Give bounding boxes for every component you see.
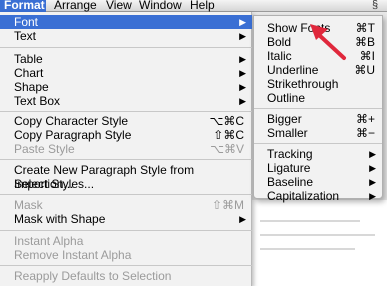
menubar-window[interactable]: Window xyxy=(133,0,188,12)
chevron-right-icon: ▶ xyxy=(369,191,376,201)
menu-item-import-styles[interactable]: Import Styles... xyxy=(0,177,252,191)
menu-item-paste-style: Paste Style ⌥⌘V xyxy=(14,142,244,156)
submenu-item-smaller[interactable]: Smaller ⌘− xyxy=(254,126,382,140)
separator xyxy=(0,111,252,112)
menu-bar: Format Arrange View Window Help § xyxy=(0,0,387,12)
menu-item-text[interactable]: Text ▶ xyxy=(0,29,252,43)
separator xyxy=(254,108,382,109)
separator xyxy=(0,159,252,160)
submenu-item-ligature[interactable]: Ligature ▶ xyxy=(254,161,382,175)
annotation-arrow-icon xyxy=(310,24,346,60)
menu-item-instant-alpha: Instant Alpha xyxy=(14,234,84,248)
chevron-right-icon: ▶ xyxy=(239,68,246,78)
chevron-right-icon: ▶ xyxy=(239,96,246,106)
submenu-item-baseline[interactable]: Baseline ▶ xyxy=(254,175,382,189)
chevron-right-icon: ▶ xyxy=(369,177,376,187)
menu-item-copy-paragraph-style[interactable]: Copy Paragraph Style ⇧⌘C xyxy=(0,128,252,142)
submenu-item-capitalization[interactable]: Capitalization ▶ xyxy=(254,189,382,203)
chevron-right-icon: ▶ xyxy=(239,82,246,92)
script-icon[interactable]: § xyxy=(369,0,381,11)
submenu-item-bigger[interactable]: Bigger ⌘+ xyxy=(254,112,382,126)
menu-item-chart[interactable]: Chart ▶ xyxy=(0,66,252,80)
screen: Format Arrange View Window Help § Font ▶… xyxy=(0,0,387,286)
menu-item-mask: Mask ⇧⌘M xyxy=(14,198,244,212)
separator xyxy=(254,143,382,144)
shortcut-label: ⌘− xyxy=(355,126,375,140)
menubar-help[interactable]: Help xyxy=(184,0,221,12)
shortcut-label: ⌘U xyxy=(354,63,375,77)
separator xyxy=(0,230,252,231)
shortcut-label: ⇧⌘C xyxy=(213,128,244,142)
submenu-item-outline[interactable]: Outline xyxy=(254,91,382,105)
shortcut-label: ⌥⌘C xyxy=(209,114,245,128)
chevron-right-icon: ▶ xyxy=(239,17,246,27)
menu-item-table[interactable]: Table ▶ xyxy=(0,52,252,66)
shortcut-label: ⌘I xyxy=(359,49,375,63)
separator xyxy=(0,194,252,195)
separator xyxy=(0,47,252,48)
menubar-arrange[interactable]: Arrange xyxy=(48,0,103,12)
menubar-format[interactable]: Format xyxy=(0,0,46,12)
shortcut-label: ⌥⌘V xyxy=(210,142,244,156)
menu-item-create-paragraph-style[interactable]: Create New Paragraph Style from Selectio… xyxy=(0,163,252,191)
menu-item-mask-with-shape[interactable]: Mask with Shape ▶ xyxy=(0,212,252,226)
menu-item-copy-character-style[interactable]: Copy Character Style ⌥⌘C xyxy=(0,114,252,128)
menu-item-remove-instant-alpha: Remove Instant Alpha xyxy=(14,248,132,262)
chevron-right-icon: ▶ xyxy=(239,31,246,41)
submenu-item-strikethrough[interactable]: Strikethrough xyxy=(254,77,382,91)
format-menu: Font ▶ Text ▶ Table ▶ Chart ▶ Shape ▶ Te… xyxy=(0,12,252,286)
menu-item-reapply-defaults: Reapply Defaults to Selection xyxy=(14,269,172,283)
document-canvas xyxy=(250,200,387,286)
shortcut-label: ⇧⌘M xyxy=(211,198,244,212)
shortcut-label: ⌘B xyxy=(354,35,375,49)
shortcut-label: ⌘T xyxy=(355,21,375,35)
menu-item-shape[interactable]: Shape ▶ xyxy=(0,80,252,94)
menu-item-text-box[interactable]: Text Box ▶ xyxy=(0,94,252,108)
shortcut-label: ⌘+ xyxy=(355,112,375,126)
chevron-right-icon: ▶ xyxy=(369,149,376,159)
menu-item-font[interactable]: Font ▶ xyxy=(0,15,252,29)
submenu-item-tracking[interactable]: Tracking ▶ xyxy=(254,147,382,161)
separator xyxy=(0,265,252,266)
chevron-right-icon: ▶ xyxy=(239,214,246,224)
chevron-right-icon: ▶ xyxy=(239,54,246,64)
submenu-item-underline[interactable]: Underline ⌘U xyxy=(254,63,382,77)
chevron-right-icon: ▶ xyxy=(369,163,376,173)
